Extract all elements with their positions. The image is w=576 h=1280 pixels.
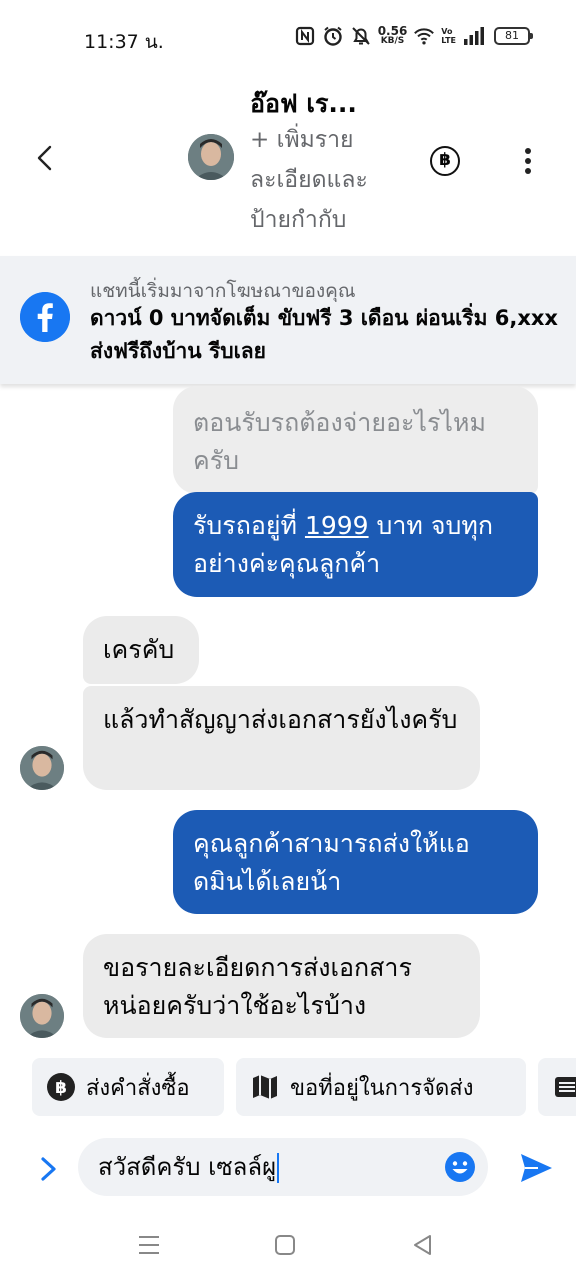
nfc-icon: [295, 26, 314, 46]
text-caret: [277, 1153, 280, 1183]
home-icon[interactable]: [272, 1232, 298, 1258]
message-bubble-incoming[interactable]: ขอรายละเอียดการส่งเอกสารหน่อยครับว่าใช้อ…: [83, 934, 480, 1038]
conversation-header: อ๊อฟ เร... + เพิ่มรายละเอียดและป้ายกำกับ…: [0, 72, 576, 256]
avatar-photo: [20, 746, 64, 790]
mute-icon: [351, 27, 370, 45]
contact-name[interactable]: อ๊อฟ เร...: [250, 84, 357, 124]
request-address-button[interactable]: ขอที่อยู่ในการจัดส่ง: [236, 1058, 526, 1116]
message-bubble-outgoing[interactable]: ตอนรับรถต้องจ่ายอะไรไหมครับ: [173, 386, 538, 494]
svg-text:฿: ฿: [55, 1078, 67, 1098]
message-bubble-incoming[interactable]: เครคับ: [83, 616, 199, 684]
message-list[interactable]: ตอนรับรถต้องจ่ายอะไรไหมครับ รับรถอยู่ที่…: [0, 384, 576, 1044]
message-bubble-outgoing[interactable]: รับรถอยู่ที่ 1999 บาท จบทุกอย่างค่ะคุณลู…: [173, 492, 538, 597]
map-icon: [253, 1075, 277, 1099]
sender-avatar[interactable]: [20, 994, 64, 1038]
message-bubble-incoming[interactable]: แล้วทำสัญญาส่งเอกสารยังไงครับ: [83, 686, 480, 790]
sender-avatar[interactable]: [20, 746, 64, 790]
list-icon: [555, 1077, 576, 1097]
network-speed: 0.56 KB/S: [377, 24, 408, 46]
status-time: 11:37 น.: [84, 31, 164, 53]
emoji-icon[interactable]: [444, 1151, 476, 1183]
volte-indicator: Vo LTE: [441, 27, 456, 45]
ad-origin-banner[interactable]: แชทนี้เริ่มมาจากโฆษณาของคุณ ดาวน์ 0 บาทจ…: [0, 256, 576, 384]
status-bar: 11:37 น. 0.56 KB/S Vo LTE 81: [0, 0, 576, 72]
avatar-photo: [188, 134, 234, 180]
back-arrow-icon[interactable]: [30, 142, 62, 174]
quick-reply-bar: ฿ ส่งคำสั่งซื้อ ขอที่อยู่ในการจัดส่ง: [0, 1058, 576, 1118]
send-icon[interactable]: [518, 1150, 554, 1186]
battery-indicator: 81: [494, 27, 533, 45]
status-icons: 0.56 KB/S Vo LTE 81: [294, 24, 533, 47]
send-order-label: ส่งคำสั่งซื้อ: [86, 1075, 190, 1101]
more-quick-replies-button[interactable]: [538, 1058, 576, 1116]
request-address-label: ขอที่อยู่ในการจัดส่ง: [290, 1075, 474, 1101]
message-input[interactable]: สวัสดีครับ เซลล์ผู: [78, 1138, 488, 1196]
wifi-icon: [414, 28, 435, 45]
signal-icon: [464, 27, 484, 45]
ad-title: ดาวน์ 0 บาทจัดเต็ม ขับฟรี 3 เดือน ผ่อนเร…: [90, 306, 558, 363]
menu-icon[interactable]: [136, 1232, 162, 1258]
message-bubble-outgoing[interactable]: คุณลูกค้าสามารถส่งให้แอดมินได้เลยน้า: [173, 810, 538, 914]
send-order-button[interactable]: ฿ ส่งคำสั่งซื้อ: [32, 1058, 224, 1116]
add-details-link[interactable]: + เพิ่มรายละเอียดและป้ายกำกับ: [250, 120, 400, 240]
back-icon[interactable]: [410, 1232, 436, 1258]
avatar-photo: [20, 994, 64, 1038]
contact-avatar[interactable]: [188, 134, 234, 180]
more-options-icon[interactable]: [516, 144, 540, 178]
alarm-icon: [323, 26, 342, 46]
baht-icon: ฿: [47, 1073, 75, 1101]
baht-payment-icon[interactable]: ฿: [430, 146, 460, 176]
message-composer: สวัสดีครับ เซลล์ผู: [0, 1134, 576, 1204]
system-navigation-bar: [0, 1210, 576, 1280]
facebook-icon: [20, 292, 70, 342]
chevron-right-icon[interactable]: [36, 1154, 62, 1184]
price-link[interactable]: 1999: [305, 511, 369, 540]
